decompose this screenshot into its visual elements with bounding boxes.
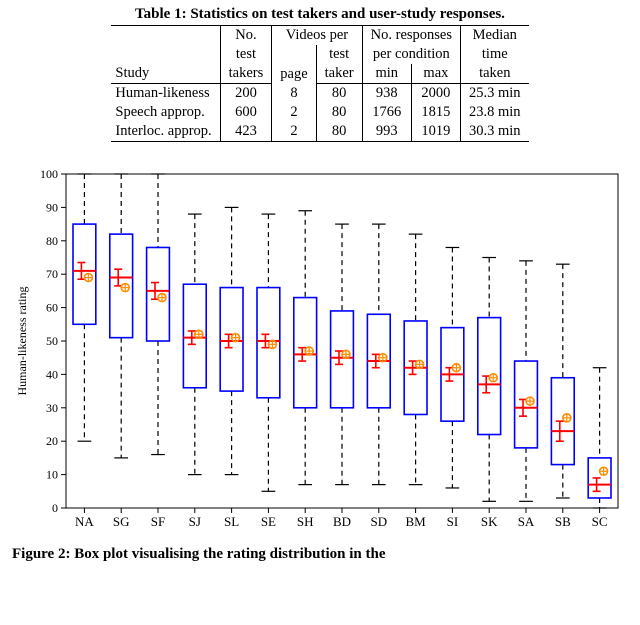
boxplot-chart: 0 10 20 30 40 50 60 70 80 90 100 Human-likeness rat… [10, 164, 630, 544]
table-title: Table 1: Statistics on test takers and u… [10, 6, 630, 23]
svg-text:70: 70 [46, 267, 58, 281]
svg-text:SI: SI [447, 514, 459, 529]
svg-text:SC: SC [592, 514, 608, 529]
svg-text:0: 0 [52, 501, 58, 515]
hdr-takers-l2: test [220, 45, 272, 64]
svg-text:SL: SL [224, 514, 239, 529]
svg-text:40: 40 [46, 367, 58, 381]
hdr-responses: No. responses [362, 26, 460, 46]
svg-text:BM: BM [405, 514, 426, 529]
hdr-videos: Videos per [272, 26, 362, 46]
svg-text:SE: SE [261, 514, 276, 529]
svg-text:SJ: SJ [189, 514, 201, 529]
hdr-takers-l1: No. [220, 26, 272, 46]
table-row: Human-likeness 200 8 80 938 2000 25.3 mi… [111, 84, 528, 104]
svg-text:SG: SG [113, 514, 130, 529]
svg-text:SK: SK [481, 514, 498, 529]
hdr-test-taker-l1: test [316, 45, 362, 64]
hdr-study: Study [111, 64, 220, 84]
table-row: Speech approp. 600 2 80 1766 1815 23.8 m… [111, 103, 528, 122]
svg-text:80: 80 [46, 234, 58, 248]
svg-text:SH: SH [297, 514, 314, 529]
svg-text:20: 20 [46, 434, 58, 448]
svg-text:60: 60 [46, 301, 58, 315]
svg-text:50: 50 [46, 334, 58, 348]
table-row: Interloc. approp. 423 2 80 993 1019 30.3… [111, 122, 528, 142]
svg-text:SD: SD [370, 514, 387, 529]
svg-text:10: 10 [46, 468, 58, 482]
hdr-page: page [272, 45, 316, 84]
hdr-max: max [411, 64, 460, 84]
svg-text:Human-likeness rating: Human-likeness rating [15, 287, 29, 396]
hdr-test-taker-l2: taker [316, 64, 362, 84]
hdr-median-l1: Median [461, 26, 529, 46]
svg-text:90: 90 [46, 200, 58, 214]
svg-text:SA: SA [518, 514, 535, 529]
hdr-per-condition: per condition [362, 45, 460, 64]
hdr-median-l3: taken [461, 64, 529, 84]
svg-text:SB: SB [555, 514, 571, 529]
svg-text:SF: SF [151, 514, 165, 529]
hdr-min: min [362, 64, 411, 84]
svg-text:100: 100 [40, 167, 58, 181]
svg-text:30: 30 [46, 401, 58, 415]
svg-text:NA: NA [75, 514, 94, 529]
figure-caption: Figure 2: Box plot visualising the ratin… [10, 546, 630, 563]
svg-text:BD: BD [333, 514, 351, 529]
stats-table: No. Videos per No. responses Median test… [111, 25, 528, 142]
hdr-median-l2: time [461, 45, 529, 64]
hdr-takers-l3: takers [220, 64, 272, 84]
